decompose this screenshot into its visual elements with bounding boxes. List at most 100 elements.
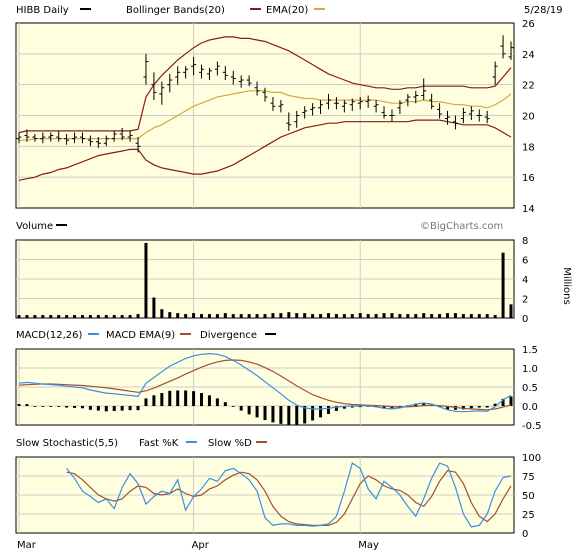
volume-bar xyxy=(263,314,267,318)
macd-ema-label: MACD EMA(9) xyxy=(106,330,175,341)
volume-bar xyxy=(136,314,140,318)
chart-svg: 1416182022242602468-0.50.00.51.01.502550… xyxy=(0,0,579,553)
volume-bar xyxy=(279,313,283,318)
divergence-bar xyxy=(223,402,227,406)
volume-bar xyxy=(326,313,330,318)
volume-bar xyxy=(398,314,402,318)
divergence-bar xyxy=(17,404,21,406)
x-axis-label: Apr xyxy=(192,540,210,551)
divergence-bar xyxy=(152,395,156,406)
divergence-bar xyxy=(144,398,148,406)
stochastic-tick-label: 0 xyxy=(522,529,528,540)
stochastic-tick-label: 75 xyxy=(522,472,535,483)
volume-bar xyxy=(33,315,37,318)
price-tick-label: 26 xyxy=(522,19,535,30)
x-axis-label: Mar xyxy=(17,540,37,551)
chart-date: 5/28/19 xyxy=(524,5,563,16)
volume-bar xyxy=(438,314,442,318)
volume-bar xyxy=(192,313,196,318)
divergence-bar xyxy=(477,406,481,408)
bollinger-label: Bollinger Bands(20) xyxy=(126,5,225,16)
fast-k-label: Fast %K xyxy=(139,438,179,449)
divergence-bar xyxy=(215,398,219,406)
volume-title: Volume xyxy=(16,221,53,232)
divergence-bar xyxy=(485,406,489,408)
divergence-bar xyxy=(231,406,235,407)
divergence-bar xyxy=(33,406,37,407)
divergence-bar xyxy=(247,406,251,415)
divergence-bar xyxy=(136,406,140,411)
volume-tick-label: 0 xyxy=(522,314,528,325)
divergence-bar xyxy=(41,406,45,407)
volume-tick-label: 2 xyxy=(522,295,528,306)
divergence-bar xyxy=(49,406,53,407)
volume-tick-label: 8 xyxy=(522,236,528,247)
divergence-bar xyxy=(88,406,92,410)
volume-bar xyxy=(112,315,116,318)
divergence-bar xyxy=(57,406,61,407)
volume-bar xyxy=(17,315,21,318)
volume-bar xyxy=(358,313,362,318)
volume-bar xyxy=(144,242,148,318)
divergence-bar xyxy=(168,390,172,406)
volume-bar xyxy=(239,314,243,318)
divergence-bar xyxy=(319,406,323,418)
divergence-bar xyxy=(200,393,204,406)
volume-bar xyxy=(120,315,124,318)
volume-bar xyxy=(319,314,323,318)
macd-tick-label: 1.5 xyxy=(522,345,538,356)
ema-label: EMA(20) xyxy=(266,5,308,16)
x-axis-label: May xyxy=(358,540,379,551)
volume-bar xyxy=(231,314,235,318)
divergence-bar xyxy=(192,391,196,406)
price-tick-label: 14 xyxy=(522,204,535,215)
volume-bar xyxy=(422,313,426,318)
stochastic-tick-label: 25 xyxy=(522,510,535,521)
divergence-bar xyxy=(239,406,243,411)
volume-bar xyxy=(80,315,84,318)
volume-bar xyxy=(366,314,370,318)
volume-bar xyxy=(430,314,434,318)
volume-bar xyxy=(334,314,338,318)
macd-title: MACD(12,26) xyxy=(16,330,83,341)
chart-stage: 14 16 18 20 22 24 26 0 2 4 6 8 -0.5 0.0 0.5 1.0 1.5 0 25 50… xyxy=(0,0,579,553)
stochastic-tick-label: 50 xyxy=(522,491,535,502)
divergence-bar xyxy=(112,406,116,411)
divergence-bar xyxy=(255,406,259,418)
volume-bar xyxy=(446,313,450,318)
ticker-label: HIBB Daily xyxy=(16,5,69,16)
volume-bar xyxy=(453,313,457,318)
divergence-bar xyxy=(287,406,291,426)
divergence-bar xyxy=(263,406,267,421)
macd-tick-label: 0.0 xyxy=(522,402,538,413)
volume-bar xyxy=(215,314,219,318)
price-tick-label: 16 xyxy=(522,173,535,184)
volume-bar xyxy=(287,312,291,318)
volume-bar xyxy=(350,314,354,318)
volume-bar xyxy=(88,315,92,318)
divergence-bar xyxy=(207,395,211,406)
volume-bar xyxy=(509,304,513,318)
volume-bar xyxy=(57,315,61,318)
volume-bar xyxy=(382,313,386,318)
stochastic-tick-label: 100 xyxy=(522,453,541,464)
divergence-bar xyxy=(176,390,180,406)
divergence-bar xyxy=(271,406,275,423)
divergence-bar xyxy=(65,406,69,408)
volume-bar xyxy=(342,314,346,318)
volume-bar xyxy=(152,297,156,318)
volume-bar xyxy=(390,313,394,318)
divergence-bar xyxy=(279,406,283,424)
volume-bar xyxy=(184,314,188,318)
volume-bar xyxy=(406,314,410,318)
divergence-bar xyxy=(469,406,473,409)
divergence-bar xyxy=(96,406,100,411)
divergence-bar xyxy=(184,390,188,406)
volume-bar xyxy=(160,309,164,318)
stochastic-title: Slow Stochastic(5,5) xyxy=(16,438,118,449)
price-tick-label: 18 xyxy=(522,142,535,153)
divergence-bar xyxy=(311,406,315,421)
volume-bar xyxy=(255,314,259,318)
volume-bar xyxy=(501,252,505,318)
volume-bar xyxy=(271,313,275,318)
